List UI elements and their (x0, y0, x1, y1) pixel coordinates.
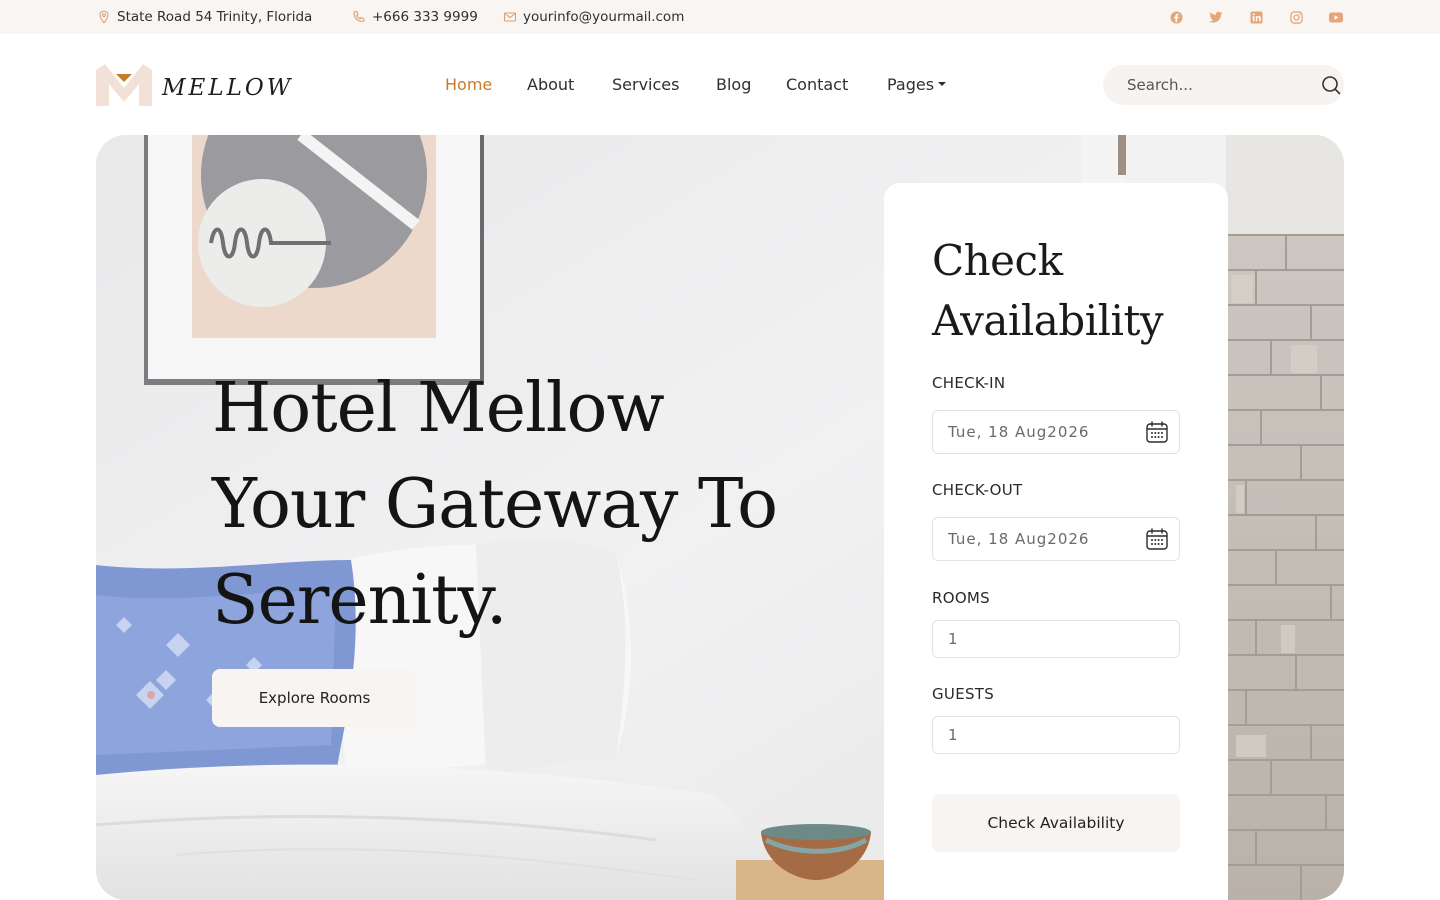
calendar-icon[interactable] (1145, 420, 1169, 444)
twitter-icon[interactable] (1209, 10, 1223, 24)
linkedin-icon[interactable] (1249, 10, 1263, 24)
check-availability-button[interactable]: Check Availability (932, 794, 1180, 852)
checkout-label: CHECK-OUT (932, 481, 1023, 499)
checkout-date-field[interactable]: Tue, 18 Aug2026 (932, 517, 1180, 561)
address-text: State Road 54 Trinity, Florida (117, 9, 313, 25)
caret-down-icon (938, 82, 947, 86)
checkout-date-value: Tue, 18 Aug2026 (948, 530, 1090, 548)
nav-blog[interactable]: Blog (716, 73, 751, 95)
phone-info[interactable]: +666 333 9999 (352, 0, 478, 34)
search-icon[interactable] (1321, 74, 1341, 96)
guests-label: GUESTS (932, 685, 995, 703)
booking-title: Check Availability (932, 236, 1164, 345)
nav-services[interactable]: Services (612, 73, 679, 95)
checkin-date-field[interactable]: Tue, 18 Aug2026 (932, 410, 1180, 454)
guests-value: 1 (948, 726, 959, 744)
nav-pages-label: Pages (887, 74, 935, 94)
checkin-label: CHECK-IN (932, 374, 1006, 392)
hero-title: Hotel Mellow Your Gateway To Serenity. (212, 369, 778, 640)
rooms-value: 1 (948, 630, 959, 648)
checkin-date-value: Tue, 18 Aug2026 (948, 423, 1090, 441)
nav-about[interactable]: About (527, 73, 574, 95)
rooms-label: ROOMS (932, 589, 990, 607)
email-info[interactable]: yourinfo@yourmail.com (503, 0, 684, 34)
envelope-icon (503, 10, 517, 24)
brand-name: MELLOW (162, 75, 294, 101)
facebook-icon[interactable] (1169, 10, 1183, 24)
nav-home[interactable]: Home (445, 73, 492, 95)
check-availability-card: Check Availability CHECK-IN Tue, 18 Aug2… (884, 183, 1228, 900)
brand-logo[interactable]: MELLOW (96, 64, 293, 106)
address-info: State Road 54 Trinity, Florida (97, 0, 312, 34)
email-text: yourinfo@yourmail.com (523, 9, 685, 25)
search-input[interactable] (1127, 76, 1321, 94)
phone-icon (352, 10, 366, 24)
search-bar (1103, 65, 1344, 105)
youtube-icon[interactable] (1329, 10, 1343, 24)
location-pin-icon (97, 10, 111, 24)
calendar-icon[interactable] (1145, 527, 1169, 551)
nav-pages-dropdown[interactable]: Pages (887, 73, 947, 95)
nav-contact[interactable]: Contact (786, 73, 848, 95)
explore-rooms-button[interactable]: Explore Rooms (212, 669, 417, 727)
guests-input[interactable]: 1 (932, 716, 1180, 754)
logo-m-icon (96, 64, 152, 106)
rooms-input[interactable]: 1 (932, 620, 1180, 658)
instagram-icon[interactable] (1289, 10, 1303, 24)
phone-text: +666 333 9999 (372, 9, 478, 25)
top-info-bar: State Road 54 Trinity, Florida +666 333 … (0, 0, 1440, 34)
